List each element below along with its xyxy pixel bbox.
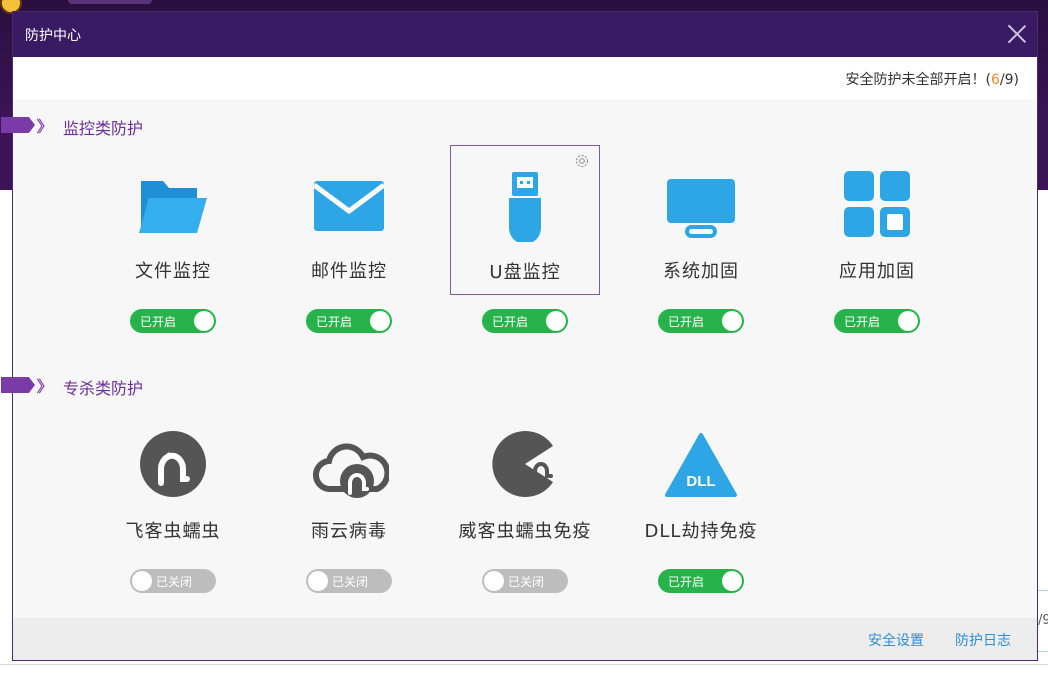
file-monitor-item[interactable]: 文件监控 (98, 145, 248, 295)
item-label: DLL劫持免疫 (644, 521, 758, 542)
item-label: 飞客虫蠕虫 (125, 521, 221, 542)
monitor-protection-section: 〉〉 监控类防护 文件监控 邮件监控 U盘监控 系统加固 应用加固 已开启 已开… (1, 99, 1037, 359)
mail-monitor-toggle[interactable]: 已开启 (306, 309, 392, 333)
dll-hijack-immune-toggle[interactable]: 已开启 (658, 569, 744, 593)
toggle-state-label: 已关闭 (508, 575, 545, 589)
usb-monitor-toggle[interactable]: 已开启 (482, 309, 568, 333)
protection-center-dialog: 防护中心 安全防护未全部开启！(6/9) 〉〉 监控类防护 文件监控 邮件监控 (1, 11, 1038, 661)
toggle-state-label: 已开启 (492, 315, 529, 329)
system-hardening-item[interactable]: 系统加固 (626, 145, 776, 295)
pacman-worm-icon (492, 431, 553, 497)
weike-worm-immune-item[interactable]: 威客虫蠕虫免疫 (450, 405, 600, 555)
toggle-knob (546, 311, 566, 331)
item-label: 雨云病毒 (311, 521, 387, 542)
protection-status-text: 安全防护未全部开启！(6/9) (846, 69, 1019, 89)
mail-icon (312, 181, 386, 231)
killer-protection-section: 〉〉 专杀类防护 飞客虫蠕虫 雨云病毒 威客虫蠕虫免疫 DLL DLL劫持免疫 … (1, 359, 1037, 620)
toggle-knob (308, 571, 328, 591)
weike-worm-immune-toggle[interactable]: 已关闭 (482, 569, 568, 593)
usb-monitor-item[interactable]: U盘监控 (450, 145, 600, 295)
apps-grid-icon (844, 171, 910, 237)
dialog-titlebar[interactable]: 防护中心 (13, 12, 1037, 57)
status-enabled-count: 6 (990, 72, 1000, 88)
toggle-knob (722, 571, 742, 591)
item-label: 系统加固 (663, 261, 739, 282)
double-chevron-icon: 〉〉 (36, 117, 54, 136)
dialog-title: 防护中心 (25, 28, 81, 44)
background-tab (68, 0, 152, 4)
toggle-state-label: 已关闭 (332, 575, 369, 589)
rain-cloud-virus-toggle[interactable]: 已关闭 (306, 569, 392, 593)
toggle-knob (898, 311, 918, 331)
cloud-virus-icon (312, 443, 389, 498)
file-monitor-toggle[interactable]: 已开启 (130, 309, 216, 333)
app-hardening-item[interactable]: 应用加固 (802, 145, 952, 295)
item-label: 威客虫蠕虫免疫 (458, 521, 592, 542)
rain-cloud-virus-item[interactable]: 雨云病毒 (274, 405, 424, 555)
toggle-knob (722, 311, 742, 331)
toggle-state-label: 已开启 (668, 575, 705, 589)
item-label: 邮件监控 (311, 261, 387, 282)
item-label: U盘监控 (489, 262, 561, 283)
dll-hijack-immune-item[interactable]: DLL DLL劫持免疫 (626, 405, 776, 555)
item-label: 应用加固 (839, 261, 915, 282)
system-hardening-toggle[interactable]: 已开启 (658, 309, 744, 333)
section-marker-icon (1, 377, 35, 393)
usb-drive-icon (509, 172, 541, 242)
toggle-knob (370, 311, 390, 331)
toggle-state-label: 已开启 (844, 315, 881, 329)
item-label: 文件监控 (135, 261, 211, 282)
status-prefix: 安全防护未全部开启！( (845, 72, 991, 88)
toggle-knob (484, 571, 504, 591)
toggle-state-label: 已开启 (668, 315, 705, 329)
section-title: 专杀类防护 (63, 379, 144, 398)
feike-worm-toggle[interactable]: 已关闭 (130, 569, 216, 593)
status-line: 安全防护未全部开启！(6/9) (13, 57, 1037, 99)
toggle-knob (132, 571, 152, 591)
protection-log-link[interactable]: 防护日志 (955, 630, 1011, 650)
background-partial-text: /9 (1038, 613, 1048, 628)
monitor-icon (667, 179, 735, 238)
toggle-knob (194, 311, 214, 331)
double-chevron-icon: 〉〉 (36, 377, 54, 396)
toggle-state-label: 已开启 (316, 315, 353, 329)
status-suffix: /9) (999, 72, 1019, 88)
dll-icon-text: DLL (686, 473, 715, 490)
toggle-state-label: 已开启 (140, 315, 177, 329)
worm-icon (140, 431, 206, 497)
app-hardening-toggle[interactable]: 已开启 (834, 309, 920, 333)
section-title: 监控类防护 (63, 119, 144, 138)
section-marker-icon (1, 117, 35, 133)
mail-monitor-item[interactable]: 邮件监控 (274, 145, 424, 295)
dll-triangle-icon: DLL (665, 433, 737, 497)
folder-icon (139, 181, 207, 233)
close-icon[interactable] (1003, 20, 1031, 48)
gear-icon[interactable] (573, 152, 591, 170)
toggle-state-label: 已关闭 (156, 575, 193, 589)
background-divider (0, 664, 1048, 665)
feike-worm-item[interactable]: 飞客虫蠕虫 (98, 405, 248, 555)
dialog-footer: 安全设置 防护日志 (13, 618, 1037, 660)
security-settings-link[interactable]: 安全设置 (868, 630, 924, 650)
